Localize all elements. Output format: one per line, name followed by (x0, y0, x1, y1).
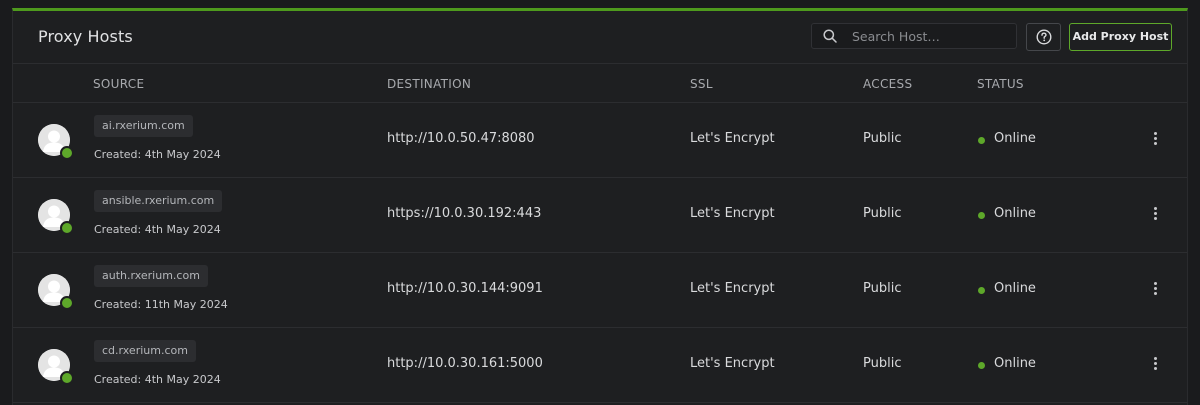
source-domain[interactable]: ai.rxerium.com (94, 115, 193, 137)
table-row[interactable]: ansible.rxerium.com Created: 4th May 202… (13, 178, 1187, 253)
destination-cell: http://10.0.30.161:5000 (387, 356, 543, 371)
column-header-access[interactable]: ACCESS (863, 77, 912, 91)
avatar-status-dot (60, 146, 74, 160)
table-row[interactable]: cd.rxerium.com Created: 4th May 2024 htt… (13, 328, 1187, 403)
search-input[interactable] (852, 27, 1012, 45)
destination-cell: http://10.0.50.47:8080 (387, 131, 535, 146)
page-title: Proxy Hosts (38, 27, 133, 46)
ssl-cell: Let's Encrypt (690, 131, 775, 146)
online-status-dot (978, 212, 985, 219)
kebab-menu-icon[interactable] (1149, 130, 1161, 148)
status-cell: Online (994, 281, 1036, 296)
avatar-status-dot (60, 371, 74, 385)
access-cell: Public (863, 356, 902, 371)
access-cell: Public (863, 281, 902, 296)
column-header-status[interactable]: STATUS (977, 77, 1024, 91)
kebab-menu-icon[interactable] (1149, 355, 1161, 373)
question-circle-icon (1036, 29, 1052, 45)
destination-cell: http://10.0.30.144:9091 (387, 281, 543, 296)
search-box[interactable] (811, 23, 1017, 49)
source-domain[interactable]: cd.rxerium.com (94, 340, 196, 362)
column-header-ssl[interactable]: SSL (690, 77, 713, 91)
search-icon (823, 29, 837, 43)
status-cell: Online (994, 206, 1036, 221)
add-proxy-host-button[interactable]: Add Proxy Host (1069, 23, 1172, 51)
status-cell: Online (994, 356, 1036, 371)
created-date: Created: 11th May 2024 (94, 298, 228, 311)
ssl-cell: Let's Encrypt (690, 281, 775, 296)
source-domain[interactable]: ansible.rxerium.com (94, 190, 223, 212)
kebab-menu-icon[interactable] (1149, 205, 1161, 223)
online-status-dot (978, 287, 985, 294)
avatar-status-dot (60, 221, 74, 235)
avatar-status-dot (60, 296, 74, 310)
status-cell: Online (994, 131, 1036, 146)
created-date: Created: 4th May 2024 (94, 148, 221, 161)
created-date: Created: 4th May 2024 (94, 373, 221, 386)
table-row[interactable]: auth.rxerium.com Created: 11th May 2024 … (13, 253, 1187, 328)
created-date: Created: 4th May 2024 (94, 223, 221, 236)
source-domain[interactable]: auth.rxerium.com (94, 265, 208, 287)
access-cell: Public (863, 131, 902, 146)
proxy-hosts-card: Proxy Hosts Add Proxy Host SOURCE DESTIN… (12, 8, 1188, 405)
destination-cell: https://10.0.30.192:443 (387, 206, 542, 221)
table-row[interactable]: ai.rxerium.com Created: 4th May 2024 htt… (13, 103, 1187, 178)
ssl-cell: Let's Encrypt (690, 356, 775, 371)
table-header: SOURCE DESTINATION SSL ACCESS STATUS (13, 64, 1187, 103)
online-status-dot (978, 362, 985, 369)
online-status-dot (978, 137, 985, 144)
access-cell: Public (863, 206, 902, 221)
column-header-source[interactable]: SOURCE (93, 77, 144, 91)
card-header: Proxy Hosts Add Proxy Host (13, 11, 1187, 64)
ssl-cell: Let's Encrypt (690, 206, 775, 221)
help-button[interactable] (1026, 23, 1061, 51)
kebab-menu-icon[interactable] (1149, 280, 1161, 298)
column-header-destination[interactable]: DESTINATION (387, 77, 471, 91)
